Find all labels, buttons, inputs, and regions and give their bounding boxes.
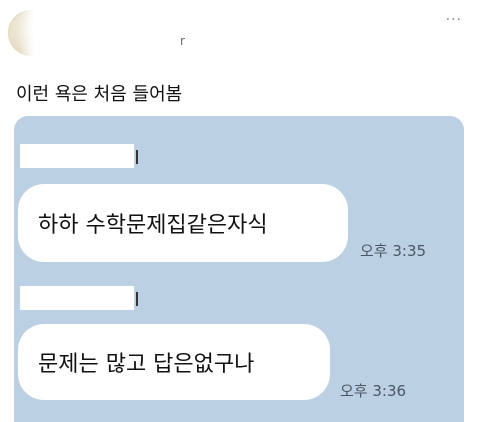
post-body-text: 이런 욕은 처음 들어봄 [16, 84, 183, 105]
author-name-redacted [34, 6, 184, 62]
sender-name-redacted [20, 286, 134, 310]
more-options-icon[interactable]: ··· [446, 12, 462, 28]
sender-name-edge [136, 292, 138, 306]
message-time: 오후 3:35 [360, 242, 427, 260]
message-bubble: 하하 수학문제집같은자식 [18, 184, 348, 262]
message-time: 오후 3:36 [340, 382, 407, 400]
sender-name-edge [136, 150, 138, 164]
message-text: 문제는 많고 답은없구나 [38, 352, 255, 377]
message-text: 하하 수학문제집같은자식 [38, 213, 268, 238]
sender-name-redacted [20, 144, 134, 168]
author-name-fragment: r [180, 34, 185, 48]
message-bubble: 문제는 많고 답은없구나 [18, 324, 330, 400]
post-header: r ··· [0, 0, 480, 70]
chat-screenshot: 하하 수학문제집같은자식 오후 3:35 문제는 많고 답은없구나 오후 3:3… [14, 116, 464, 422]
